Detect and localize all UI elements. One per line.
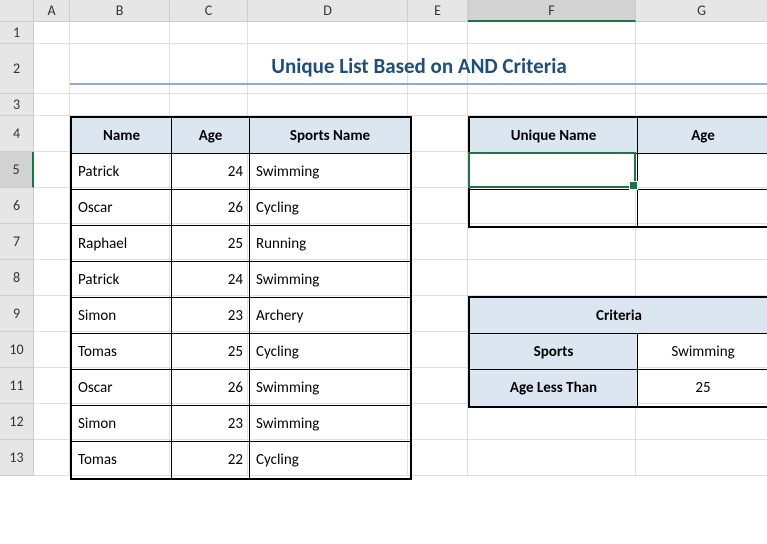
row-header-2[interactable]: 2: [0, 44, 34, 94]
cell-sport[interactable]: Running: [250, 226, 410, 262]
cell-name[interactable]: Raphael: [72, 226, 172, 262]
cell-age[interactable]: 25: [172, 334, 250, 370]
cell-sport[interactable]: Cycling: [250, 442, 410, 478]
cell-sport[interactable]: Cycling: [250, 190, 410, 226]
table-row: Simon 23 Archery: [72, 298, 410, 334]
cell-grid[interactable]: Unique List Based on AND Criteria Name A…: [34, 22, 767, 476]
table-row: Age Less Than 25: [470, 370, 767, 406]
cell-age[interactable]: 22: [172, 442, 250, 478]
row-header-11[interactable]: 11: [0, 368, 34, 404]
criteria-value-sports[interactable]: Swimming: [638, 334, 767, 370]
header-name[interactable]: Name: [72, 118, 172, 154]
cell-sport[interactable]: Swimming: [250, 370, 410, 406]
cell-unique-name[interactable]: [470, 154, 638, 190]
cell-sport[interactable]: Swimming: [250, 154, 410, 190]
header-age[interactable]: Age: [172, 118, 250, 154]
table-row: Tomas 22 Cycling: [72, 442, 410, 478]
table-row: Oscar 26 Swimming: [72, 370, 410, 406]
data-table: Name Age Sports Name Patrick 24 Swimming…: [70, 116, 412, 480]
row-header-12[interactable]: 12: [0, 404, 34, 440]
col-header-b[interactable]: B: [70, 0, 170, 22]
cell-unique-name[interactable]: [470, 190, 638, 226]
table-row: Raphael 25 Running: [72, 226, 410, 262]
header-unique-name[interactable]: Unique Name: [470, 118, 638, 154]
col-header-d[interactable]: D: [248, 0, 408, 22]
header-sport[interactable]: Sports Name: [250, 118, 410, 154]
cell-age[interactable]: 24: [172, 262, 250, 298]
row-header-13[interactable]: 13: [0, 440, 34, 476]
cell-age[interactable]: 26: [172, 370, 250, 406]
row-headers: 1 2 3 4 5 6 7 8 9 10 11 12 13: [0, 22, 34, 476]
unique-table: Unique Name Age: [468, 116, 767, 228]
row-header-7[interactable]: 7: [0, 224, 34, 260]
cell-sport[interactable]: Swimming: [250, 262, 410, 298]
cell-sport[interactable]: Cycling: [250, 334, 410, 370]
col-header-e[interactable]: E: [408, 0, 468, 22]
criteria-table: Criteria Sports Swimming Age Less Than 2…: [468, 296, 767, 408]
cell-name[interactable]: Simon: [72, 298, 172, 334]
cell-unique-age[interactable]: [638, 190, 767, 226]
criteria-label-sports[interactable]: Sports: [470, 334, 638, 370]
cell-age[interactable]: 26: [172, 190, 250, 226]
table-row: Patrick 24 Swimming: [72, 262, 410, 298]
col-header-f[interactable]: F: [468, 0, 636, 22]
cell-name[interactable]: Tomas: [72, 442, 172, 478]
spreadsheet: A B C D E F G 1 2 3 4 5 6 7 8 9 10 11 12…: [0, 0, 767, 544]
col-header-a[interactable]: A: [34, 0, 70, 22]
row-header-4[interactable]: 4: [0, 116, 34, 152]
col-header-c[interactable]: C: [170, 0, 248, 22]
cell-name[interactable]: Patrick: [72, 154, 172, 190]
header-unique-age[interactable]: Age: [638, 118, 767, 154]
row-header-8[interactable]: 8: [0, 260, 34, 296]
cell-age[interactable]: 25: [172, 226, 250, 262]
cell-unique-age[interactable]: [638, 154, 767, 190]
cell-name[interactable]: Tomas: [72, 334, 172, 370]
table-row: Patrick 24 Swimming: [72, 154, 410, 190]
row-header-9[interactable]: 9: [0, 296, 34, 332]
table-row: Oscar 26 Cycling: [72, 190, 410, 226]
table-row: Tomas 25 Cycling: [72, 334, 410, 370]
row-header-5[interactable]: 5: [0, 152, 34, 188]
cell-sport[interactable]: Archery: [250, 298, 410, 334]
cell-age[interactable]: 23: [172, 406, 250, 442]
cell-name[interactable]: Oscar: [72, 190, 172, 226]
row-header-1[interactable]: 1: [0, 22, 34, 44]
row-header-10[interactable]: 10: [0, 332, 34, 368]
cell-sport[interactable]: Swimming: [250, 406, 410, 442]
cell-name[interactable]: Oscar: [72, 370, 172, 406]
select-all-corner[interactable]: [0, 0, 34, 22]
column-headers: A B C D E F G: [34, 0, 767, 22]
table-row: Sports Swimming: [470, 334, 767, 370]
table-row: [470, 190, 767, 226]
table-row: [470, 154, 767, 190]
page-title: Unique List Based on AND Criteria: [70, 53, 767, 85]
criteria-title[interactable]: Criteria: [470, 298, 767, 334]
cell-name[interactable]: Simon: [72, 406, 172, 442]
row-header-3[interactable]: 3: [0, 94, 34, 116]
table-row: Simon 23 Swimming: [72, 406, 410, 442]
cell-age[interactable]: 23: [172, 298, 250, 334]
row-header-6[interactable]: 6: [0, 188, 34, 224]
criteria-label-age[interactable]: Age Less Than: [470, 370, 638, 406]
cell-age[interactable]: 24: [172, 154, 250, 190]
cell-name[interactable]: Patrick: [72, 262, 172, 298]
col-header-g[interactable]: G: [636, 0, 767, 22]
criteria-value-age[interactable]: 25: [638, 370, 767, 406]
